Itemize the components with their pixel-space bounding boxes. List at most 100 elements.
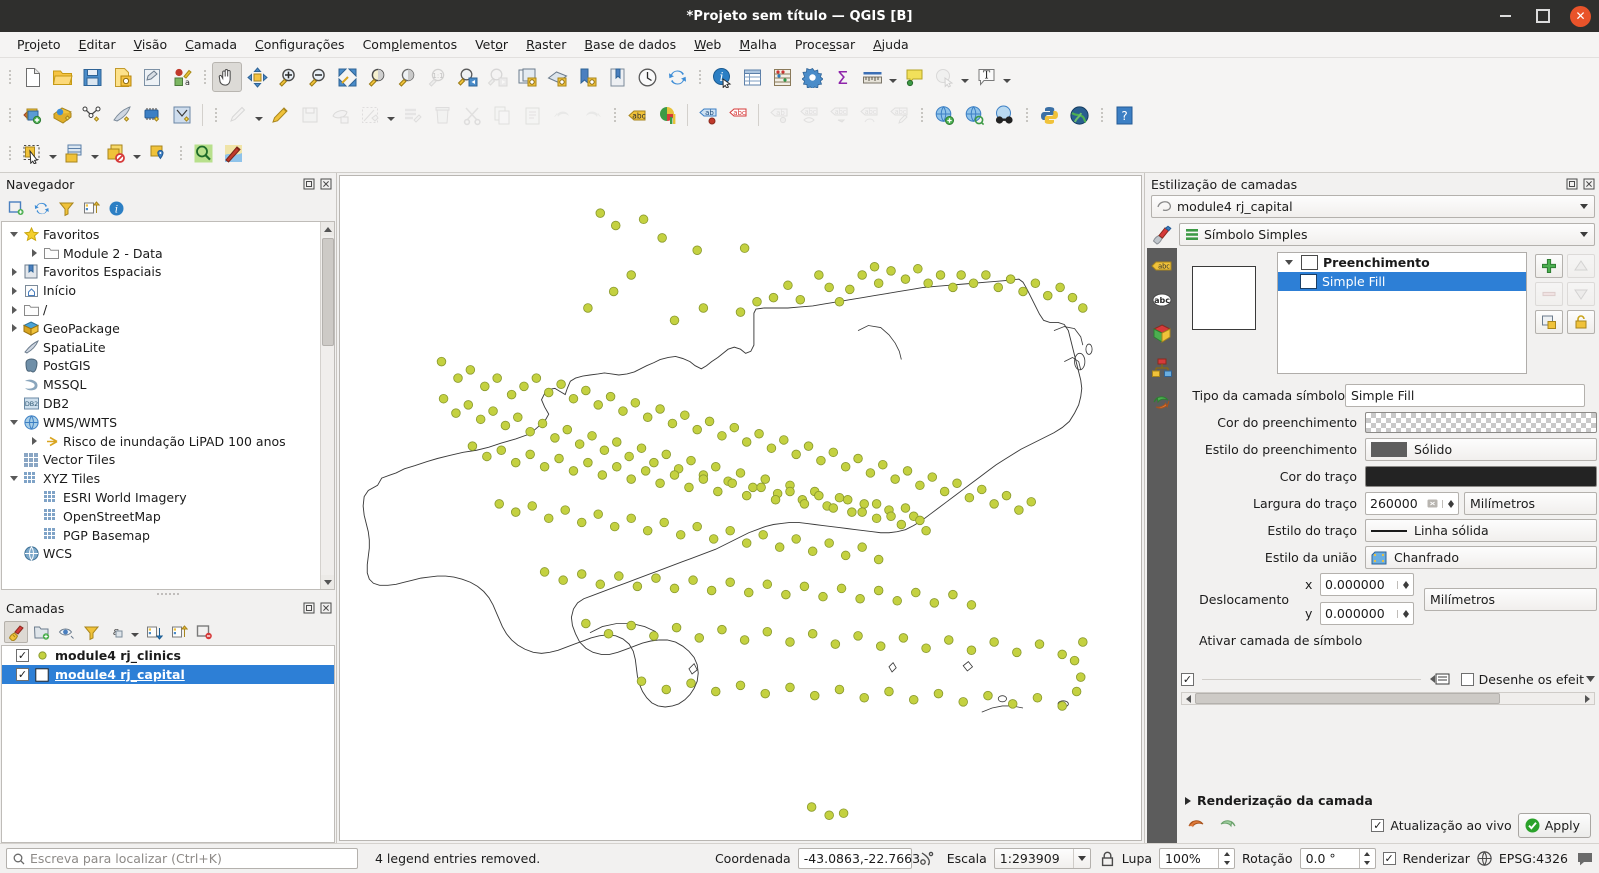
styling-float-icon[interactable] [1565,178,1578,191]
expression-filter-dropdown-arrow-icon[interactable] [129,621,141,643]
toolbar-grip[interactable] [917,103,926,127]
vertex-tool-icon[interactable] [355,100,385,130]
highlight-labels-icon[interactable]: abc [723,100,753,130]
field-calculator-icon[interactable] [767,62,797,92]
undo-history-icon[interactable] [1150,390,1174,414]
toolbar-grip[interactable] [5,65,14,89]
new-map-view-icon[interactable] [512,62,542,92]
chevron-down-icon[interactable] [1072,849,1090,868]
browser-item[interactable]: MSSQL [2,375,334,394]
menu-raster[interactable]: Raster [517,34,575,55]
vertex-dropdown-arrow-icon[interactable] [385,100,397,130]
select-value-dropdown-arrow-icon[interactable] [959,62,971,92]
render-checkbox[interactable] [1382,852,1396,865]
draw-effects-checkbox[interactable] [1460,672,1474,686]
zoom-last-icon[interactable] [452,62,482,92]
pan-to-selection-icon[interactable] [242,62,272,92]
paste-features-icon[interactable] [517,100,547,130]
menu-malha[interactable]: Malha [730,34,786,55]
scroll-down-arrow-icon[interactable] [321,575,334,589]
cut-features-icon[interactable] [457,100,487,130]
annotation-dropdown-arrow-icon[interactable] [1001,62,1013,92]
select-by-form-icon[interactable] [59,138,89,168]
add-spatialite-layer-icon[interactable] [107,100,137,130]
chevron-down-icon[interactable] [1576,204,1592,209]
save-project-as-icon[interactable] [107,62,137,92]
show-hide-labels-icon[interactable]: abc [794,100,824,130]
select-value-map-icon[interactable] [143,138,173,168]
style-manager-icon[interactable]: a [167,62,197,92]
stroke-width-stepper[interactable] [1442,499,1458,508]
menu-ajuda[interactable]: Ajuda [864,34,918,55]
browser-item[interactable]: WCS [2,545,334,564]
collapse-all-icon[interactable] [79,197,103,219]
browser-item[interactable]: Favoritos Espaciais [2,263,334,282]
browser-item[interactable]: OpenStreetMap [2,507,334,526]
open-attribute-table-icon[interactable] [737,62,767,92]
diagram-toolbar-icon[interactable] [652,100,682,130]
menu-base-de-dados[interactable]: Base de dados [575,34,685,55]
toolbar-grip[interactable] [176,141,185,165]
open-layer-styling-panel-icon[interactable] [4,621,28,643]
chevron-down-icon[interactable] [1576,232,1592,237]
locator-search-box[interactable]: Escreva para localizar (Ctrl+K) [6,848,358,869]
coordinate-input[interactable]: -43.0863,-22.7663 [797,848,920,869]
props-scroll-down-arrow-icon[interactable] [1584,672,1597,686]
hscroll-right-arrow-icon[interactable] [1581,693,1594,704]
zoom-layer-icon[interactable] [392,62,422,92]
scale-combo[interactable]: 1:293909 [993,848,1091,869]
crs-globe-icon[interactable] [1477,851,1492,866]
pan-map-icon[interactable] [212,62,242,92]
text-annotation-icon[interactable]: T [971,62,1001,92]
layer-selector-combo[interactable]: module4 rj_capital [1151,195,1595,218]
browser-item[interactable]: GeoPackage [2,319,334,338]
new-print-layout2-icon[interactable] [572,62,602,92]
zoom-out-icon[interactable] [302,62,332,92]
select-dropdown-arrow-icon[interactable] [47,138,59,168]
identify-features-icon[interactable]: i [707,62,737,92]
rotation-stepper[interactable] [1358,849,1375,868]
layer-visibility-checkbox[interactable] [16,668,29,681]
offset-unit-combo[interactable]: Milímetros [1424,587,1597,611]
fill-color-button[interactable] [1365,412,1597,433]
filter-icon[interactable] [54,197,78,219]
layer-list-item[interactable]: module4 rj_capital [2,665,334,684]
diagram-icon[interactable] [1150,356,1174,380]
add-feature-icon[interactable] [325,100,355,130]
browser-float-icon[interactable] [302,178,315,191]
expression-filter-icon[interactable]: ε [104,621,128,643]
expand-toggle-icon[interactable] [26,249,42,257]
filter-legend-icon[interactable] [79,621,103,643]
layer-list[interactable]: module4 rj_clinics module4 rj_capital [1,645,335,843]
remove-symbol-layer-button[interactable] [1535,282,1563,306]
browser-item[interactable]: XYZ Tiles [2,469,334,488]
change-label-icon[interactable]: abc [854,100,884,130]
add-mesh-layer-icon[interactable] [137,100,167,130]
menu-vetor[interactable]: Vetor [466,34,517,55]
remove-layer-icon[interactable] [192,621,216,643]
offset-x-value[interactable]: 0.000000 [1321,577,1397,592]
offset-y-value[interactable]: 0.000000 [1321,606,1397,621]
stroke-color-button[interactable] [1365,466,1597,487]
apply-button[interactable]: Apply [1517,813,1591,838]
messages-log-icon[interactable] [1577,851,1593,866]
expand-toggle-icon[interactable] [6,287,22,295]
magnifier-stepper[interactable] [1218,849,1234,868]
effects-checkbox[interactable] [1181,672,1194,686]
live-update-checkbox[interactable] [1371,819,1385,832]
properties-icon[interactable]: i [104,197,128,219]
add-vector-layer-icon[interactable] [47,100,77,130]
save-project-icon[interactable] [77,62,107,92]
collapse-all-icon[interactable] [167,621,191,643]
maximize-button[interactable] [1532,5,1554,27]
toolbar-grip[interactable] [1097,103,1106,127]
delete-selected-icon[interactable] [427,100,457,130]
fill-style-combo[interactable]: Sólido [1365,438,1597,461]
browser-tree[interactable]: Favoritos Module 2 - Data Favoritos Espaci… [1,221,335,590]
expand-toggle-icon[interactable] [6,324,22,332]
hscroll-left-arrow-icon[interactable] [1182,693,1195,704]
duplicate-symbol-layer-button[interactable] [1535,310,1563,334]
toolbar-grip[interactable] [5,103,14,127]
menu-web[interactable]: Web [685,34,730,55]
coordinate-capture-icon[interactable] [919,850,936,867]
